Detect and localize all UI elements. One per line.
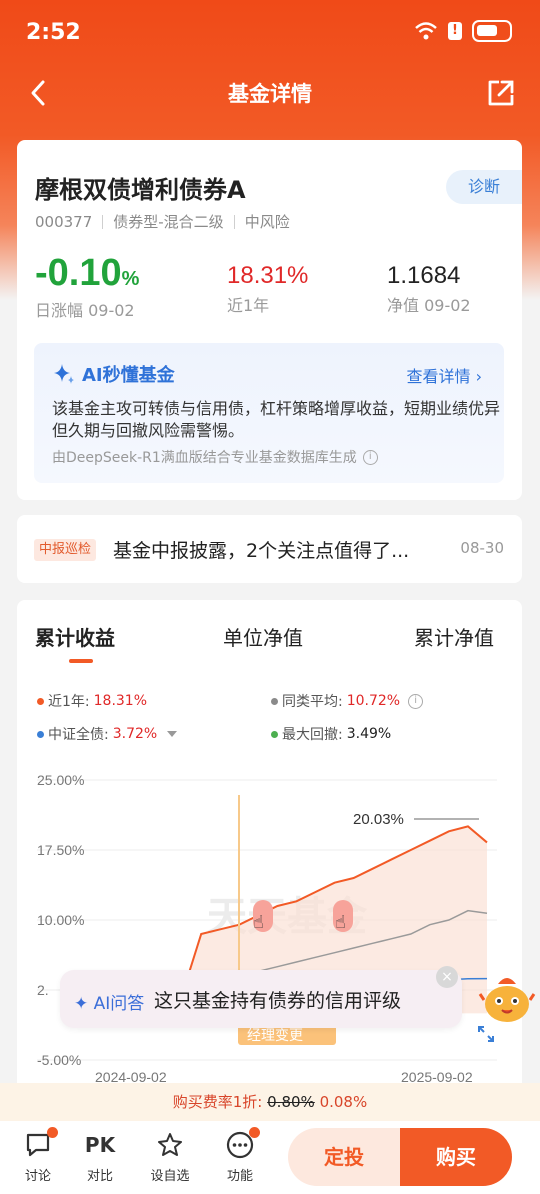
discuss-button[interactable]: 讨论	[13, 1127, 63, 1184]
y-tick-label: 10.00%	[37, 912, 84, 928]
notification-dot	[47, 1127, 58, 1138]
tab-cumulative-return[interactable]: 累计收益	[35, 622, 115, 651]
star-plus-icon	[158, 1133, 182, 1156]
tab-unit-nav[interactable]: 单位净值	[223, 622, 303, 651]
ai-summary-title: AI秒懂基金	[52, 361, 175, 387]
nav-bar: 基金详情	[0, 66, 540, 118]
active-tab-indicator	[69, 659, 93, 663]
mascot-assistant-icon[interactable]	[478, 970, 536, 1028]
compare-button[interactable]: PK 对比	[75, 1131, 125, 1184]
pk-icon: PK	[84, 1133, 116, 1157]
ai-question-tag: ✦ AI问答	[74, 994, 145, 1014]
legend-fund: 近1年: 18.31%	[37, 691, 147, 711]
bottom-action-bar: 讨论 PK 对比 设自选 功能 定投 购买	[0, 1121, 540, 1194]
info-icon[interactable]: i	[362, 449, 378, 465]
sell-marker[interactable]: ☝	[333, 900, 353, 933]
nav-label: 净值 09-02	[387, 296, 471, 315]
share-icon[interactable]	[486, 78, 516, 108]
sparkle-icon	[54, 364, 74, 384]
fund-summary-card: 摩根双债增利债券A 诊断 000377 债券型-混合二级 中风险 -0.10% …	[17, 140, 522, 500]
compare-label: 对比	[86, 1169, 113, 1184]
fund-name: 摩根双债增利债券A	[35, 176, 246, 204]
close-icon[interactable]: ×	[436, 966, 458, 988]
purchase-fee-bar: 购买费率1折: 0.80% 0.08%	[0, 1083, 540, 1121]
status-bar: 2:52 !	[0, 0, 540, 66]
legend-index-label: 中证全债:	[48, 727, 109, 743]
daily-change-label: 日涨幅 09-02	[35, 301, 135, 320]
manager-change-label[interactable]: 经理变更	[247, 1028, 303, 1044]
features-label: 功能	[226, 1169, 253, 1184]
chart-tabs: 累计收益 单位净值 累计净值	[17, 622, 522, 662]
auto-invest-button[interactable]: 定投	[288, 1128, 400, 1186]
y-tick-label: 2.	[37, 982, 49, 998]
add-watchlist-button[interactable]: 设自选	[145, 1131, 195, 1184]
ai-question-text: 这只基金持有债券的信用评级	[154, 990, 402, 1012]
watch-label: 设自选	[150, 1169, 190, 1184]
diagnose-button[interactable]: 诊断	[446, 170, 522, 204]
performance-chart-card: 累计收益 单位净值 累计净值 近1年: 18.31% 同类平均: 10.72% i …	[17, 600, 522, 1120]
legend-peer-label: 同类平均:	[282, 694, 343, 710]
news-headline: 基金中报披露，2个关注点值得了...	[113, 540, 410, 562]
year-return-label: 近1年	[227, 296, 270, 315]
daily-change-unit: %	[121, 268, 140, 290]
legend-peer-value: 10.72%	[346, 693, 401, 709]
notification-dot	[249, 1127, 260, 1138]
ai-summary-more-link[interactable]: 查看详情 ›	[406, 363, 482, 387]
status-time: 2:52	[26, 20, 81, 45]
ai-summary-text: 该基金主攻可转债与信用债，杠杆策略增厚收益，短期业绩优异但久期与回撤风险需警惕。	[52, 399, 501, 440]
fund-meta: 000377 债券型-混合二级 中风险	[35, 211, 290, 232]
manager-change-marker	[238, 795, 240, 995]
daily-change-stat: -0.10% 日涨幅 09-02	[35, 252, 139, 321]
legend-fund-value: 18.31%	[93, 693, 148, 709]
fee-prefix: 购买费率1折:	[172, 1093, 263, 1111]
max-value-annotation: 20.03%	[353, 811, 404, 828]
expand-icon[interactable]	[476, 1024, 496, 1044]
alert-icon: !	[448, 22, 462, 40]
legend-peer: 同类平均: 10.72% i	[271, 691, 424, 711]
news-card[interactable]: 中报巡检 基金中报披露，2个关注点值得了... 08-30	[17, 515, 522, 583]
dropdown-triangle-icon[interactable]	[167, 731, 178, 737]
buy-button[interactable]: 购买	[400, 1128, 512, 1186]
svg-text:☝: ☝	[253, 912, 264, 933]
wifi-icon	[415, 22, 437, 40]
year-return-value: 18.31%	[227, 262, 309, 289]
battery-icon	[472, 20, 512, 42]
fee-original: 0.80%	[267, 1093, 315, 1111]
nav-value: 1.1684	[387, 262, 461, 289]
ai-question-tag-text: AI问答	[93, 994, 145, 1014]
ai-summary-source-text: 由DeepSeek-R1满血版结合专业基金数据库生成	[52, 450, 357, 466]
nav-stat: 1.1684 净值 09-02	[387, 252, 471, 316]
features-button[interactable]: 功能	[215, 1127, 265, 1184]
fund-type: 债券型-混合二级	[113, 213, 224, 231]
news-tag: 中报巡检	[34, 539, 97, 561]
ai-summary-title-text: AI秒懂基金	[82, 365, 175, 386]
discuss-label: 讨论	[24, 1169, 51, 1184]
info-icon[interactable]: i	[408, 693, 424, 709]
y-tick-label: 25.00%	[37, 772, 84, 788]
fee-current: 0.08%	[319, 1093, 368, 1111]
cumulative-return-chart[interactable]: 25.00%17.50%10.00%2.-5.00% 天天基金 ☝ ☝ 20.0…	[17, 760, 522, 1090]
legend-index-value: 3.72%	[112, 726, 158, 742]
news-date: 08-30	[460, 539, 504, 557]
chevron-right-icon: ›	[475, 367, 482, 386]
legend-fund-label: 近1年:	[48, 694, 90, 710]
legend-drawdown: 最大回撤: 3.49%	[271, 724, 391, 744]
tab-cumulative-nav[interactable]: 累计净值	[414, 622, 494, 651]
y-tick-label: 17.50%	[37, 842, 84, 858]
fund-code: 000377	[35, 212, 93, 231]
legend-drawdown-label: 最大回撤:	[282, 727, 343, 743]
buy-marker[interactable]: ☝	[253, 900, 273, 933]
daily-change-value: -0.10	[35, 252, 122, 294]
fund-risk: 中风险	[244, 213, 290, 231]
svg-text:☝: ☝	[335, 912, 346, 933]
page-title: 基金详情	[228, 82, 312, 106]
ai-summary-more-text: 查看详情	[406, 367, 471, 386]
ai-summary-source: 由DeepSeek-R1满血版结合专业基金数据库生成 i	[52, 447, 378, 467]
legend-index[interactable]: 中证全债: 3.72%	[37, 724, 178, 744]
year-return-stat: 18.31% 近1年	[227, 252, 308, 316]
ai-summary-box[interactable]: AI秒懂基金 查看详情 › 该基金主攻可转债与信用债，杠杆策略增厚收益，短期业绩…	[34, 343, 504, 483]
legend-drawdown-value: 3.49%	[346, 726, 392, 742]
y-tick-label: -5.00%	[37, 1052, 81, 1068]
ai-question-popup[interactable]: ✦ AI问答 这只基金持有债券的信用评级 ×	[60, 966, 462, 1028]
